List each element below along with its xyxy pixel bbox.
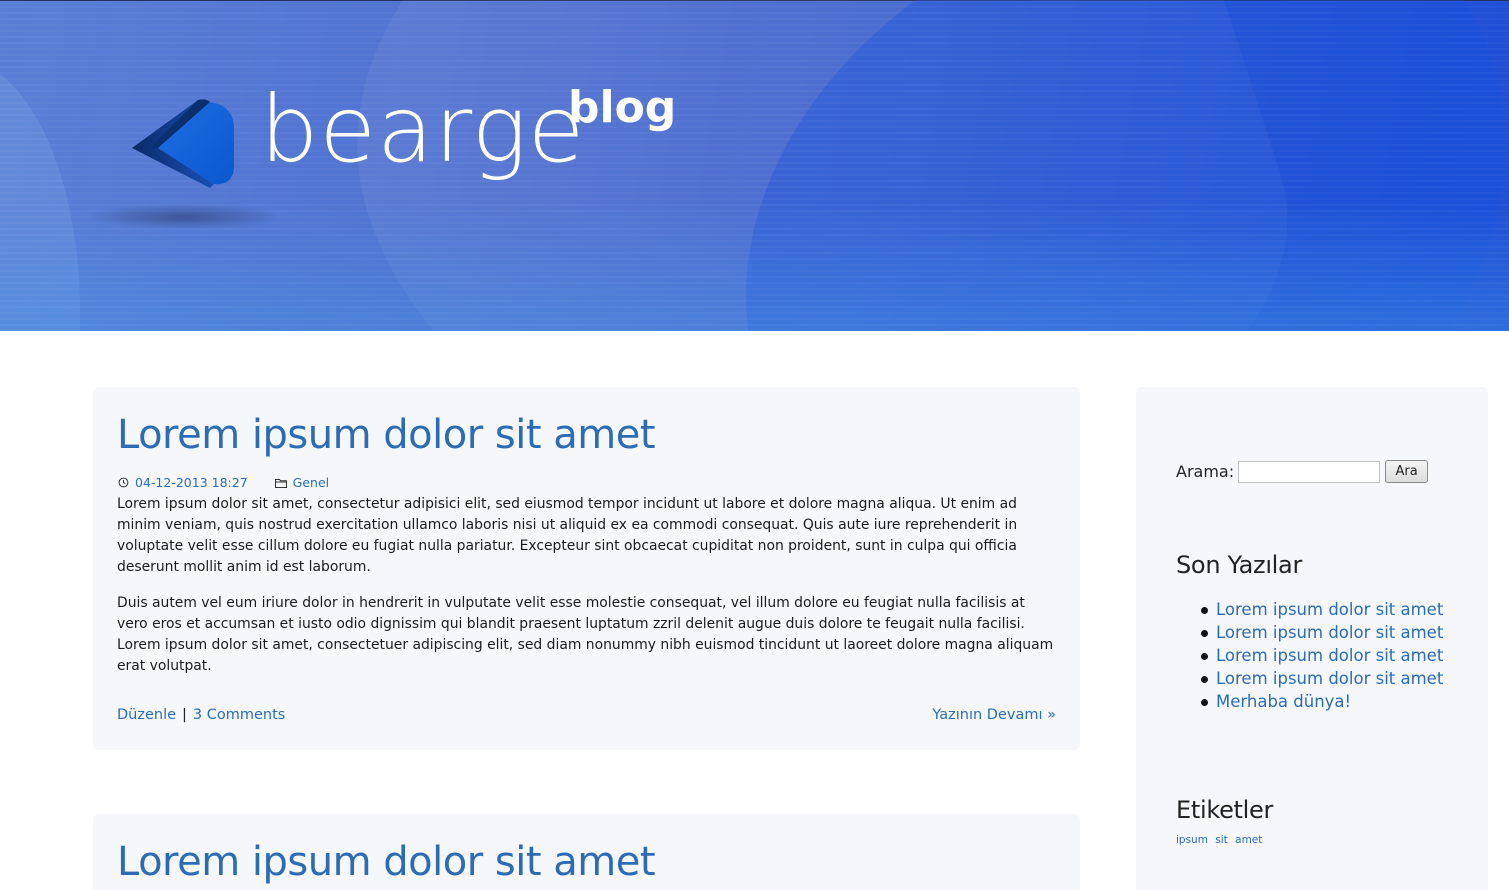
tag-link[interactable]: ipsum (1176, 834, 1208, 846)
read-more-link[interactable]: Yazının Devamı » (932, 707, 1056, 723)
site-header: bearge blog (0, 0, 1509, 331)
post-paragraph: Lorem ipsum dolor sit amet, consectetur … (117, 496, 1018, 575)
edit-post-link[interactable]: Düzenle (117, 707, 176, 723)
sidebar: Arama: Ara Son Yazılar Lorem ipsum dolor… (1136, 387, 1488, 890)
site-logo[interactable]: bearge blog (83, 84, 688, 242)
search-widget: Arama: Ara (1176, 460, 1429, 483)
tag-cloud: ipsum sit amet (1176, 834, 1266, 846)
recent-post-link[interactable]: Lorem ipsum dolor sit amet (1200, 667, 1443, 690)
recent-post-link[interactable]: Lorem ipsum dolor sit amet (1200, 598, 1443, 621)
logo-superscript: blog (568, 82, 677, 133)
folder-icon (274, 477, 287, 489)
logo-wordmark: bearge (260, 76, 586, 183)
search-button[interactable]: Ara (1385, 460, 1429, 483)
recent-posts-list: Lorem ipsum dolor sit amet Lorem ipsum d… (1200, 598, 1443, 713)
logo-mark-icon (132, 99, 234, 188)
logo-shadow (83, 204, 283, 230)
post-title-link[interactable]: Lorem ipsum dolor sit amet (117, 415, 656, 455)
search-input[interactable] (1238, 460, 1381, 483)
comments-link[interactable]: 3 Comments (193, 707, 285, 723)
separator: | (182, 707, 187, 723)
recent-posts-heading: Son Yazılar (1176, 551, 1303, 579)
recent-post-link[interactable]: Lorem ipsum dolor sit amet (1200, 621, 1443, 644)
post-actions: Düzenle | 3 Comments (117, 707, 1056, 723)
recent-post-link[interactable]: Merhaba dünya! (1200, 690, 1443, 713)
tags-heading: Etiketler (1176, 796, 1274, 824)
search-label: Arama: (1176, 462, 1235, 481)
recent-post-link[interactable]: Lorem ipsum dolor sit amet (1200, 644, 1443, 667)
clock-icon (117, 477, 129, 489)
post-meta: 04-12-2013 18:27 Genel (117, 475, 329, 490)
post-title-link[interactable]: Lorem ipsum dolor sit amet (117, 842, 656, 882)
post-date[interactable]: 04-12-2013 18:27 (135, 475, 248, 490)
tag-link[interactable]: amet (1235, 834, 1262, 846)
post-card: Lorem ipsum dolor sit amet (93, 814, 1080, 890)
post-card: Lorem ipsum dolor sit amet 04-12-2013 18… (93, 387, 1080, 750)
post-paragraph: Duis autem vel eum iriure dolor in hendr… (117, 595, 1054, 674)
post-body: Lorem ipsum dolor sit amet, consectetur … (117, 494, 1057, 692)
tag-link[interactable]: sit (1215, 834, 1228, 846)
post-footer: Düzenle | 3 Comments Yazının Devamı » (117, 707, 1056, 723)
post-category-link[interactable]: Genel (293, 475, 329, 490)
